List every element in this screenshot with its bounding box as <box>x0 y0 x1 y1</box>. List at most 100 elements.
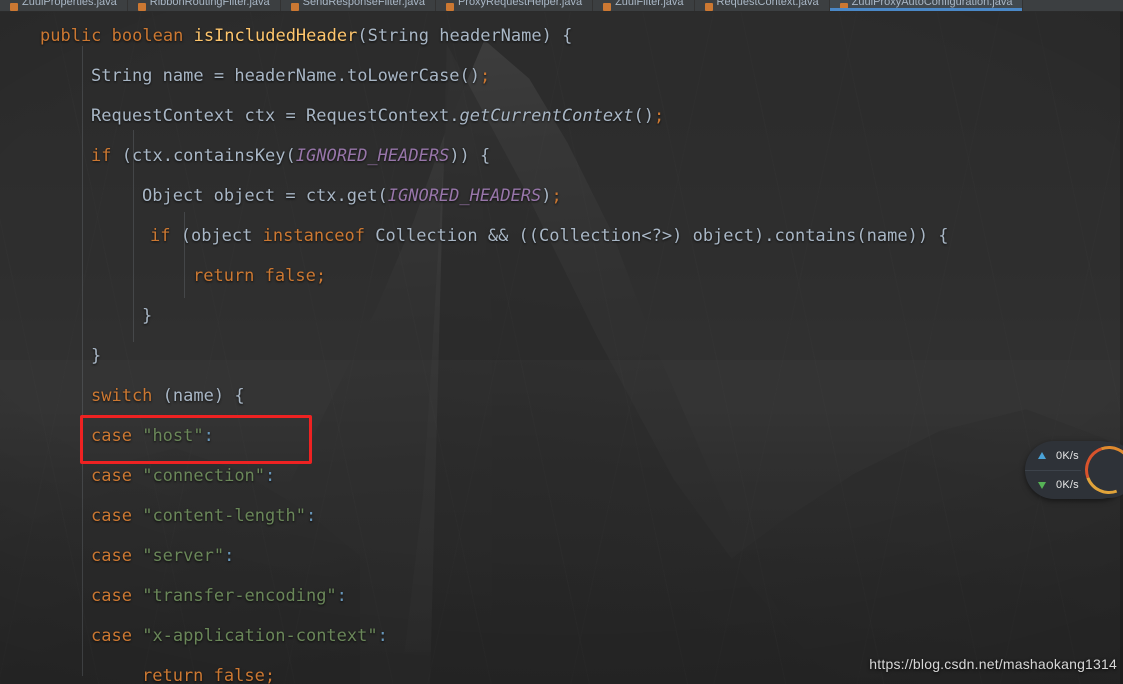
code-line[interactable]: if (ctx.containsKey(IGNORED_HEADERS)) { <box>0 136 1123 176</box>
java-file-icon <box>10 3 18 11</box>
code-token: . <box>336 186 347 206</box>
arrow-down-icon <box>1038 481 1046 489</box>
editor-tab-label: RequestContext.java <box>716 0 819 8</box>
code-token: ; <box>551 186 562 206</box>
java-file-icon <box>704 3 713 11</box>
code-token: contains <box>774 226 857 246</box>
code-token: name <box>162 66 204 86</box>
code-token: false <box>213 666 265 684</box>
code-token: "transfer-encoding" <box>142 586 337 606</box>
code-line[interactable]: RequestContext ctx = RequestContext.getC… <box>0 96 1123 136</box>
code-token: = <box>275 106 306 126</box>
code-token: public <box>40 26 102 46</box>
code-token: "connection" <box>142 466 266 486</box>
code-token: toLowerCase <box>346 66 460 86</box>
code-token: : <box>336 586 347 606</box>
code-line[interactable]: switch (name) { <box>0 376 1123 416</box>
code-token: ). <box>754 226 775 246</box>
code-token: "host" <box>142 426 204 446</box>
editor-tab[interactable]: RequestContext.java <box>695 0 830 11</box>
editor-tab[interactable]: ZuulFilter.java <box>593 0 695 11</box>
code-token: () <box>459 66 481 86</box>
code-token: return <box>193 266 255 286</box>
code-token: IGNORED_HEADERS <box>387 186 542 206</box>
code-token: object <box>692 226 754 246</box>
code-token: "server" <box>142 546 225 566</box>
code-token: = <box>203 66 235 86</box>
editor-tab-label: SendResponseFilter.java <box>302 0 425 8</box>
code-token: boolean <box>111 26 184 46</box>
code-token: } <box>91 346 102 366</box>
code-line[interactable]: Object object = ctx.get(IGNORED_HEADERS)… <box>0 176 1123 216</box>
code-line[interactable]: case "connection": <box>0 456 1123 496</box>
code-line[interactable]: if (object instanceof Collection && ((Co… <box>0 216 1123 256</box>
editor-tab-label: ZuulFilter.java <box>615 0 684 8</box>
code-token: headerName <box>234 66 337 86</box>
upload-speed-value: 0K/s <box>1056 449 1079 462</box>
code-token: get <box>346 186 378 206</box>
code-token: <?>) <box>641 226 693 246</box>
code-line[interactable]: case "server": <box>0 536 1123 576</box>
code-token: ctx <box>131 146 163 166</box>
code-line-highlighted[interactable]: case "host": <box>0 416 1123 456</box>
code-line[interactable]: case "x-application-context": <box>0 616 1123 656</box>
java-file-icon <box>839 3 848 11</box>
java-file-icon <box>290 3 299 11</box>
code-token: : <box>377 626 388 646</box>
code-line[interactable]: } <box>0 336 1123 376</box>
code-token: ; <box>480 66 491 86</box>
code-token: ( <box>111 146 132 166</box>
code-line[interactable]: return false; <box>0 256 1123 296</box>
code-token: "content-length" <box>142 506 306 526</box>
code-token: Object <box>142 186 204 206</box>
code-token: )) { <box>907 226 949 246</box>
code-token: instanceof <box>262 226 365 246</box>
code-token: String <box>367 26 430 46</box>
editor-tab-strip[interactable]: ZuulProperties.java RibbonRoutingFilter.j… <box>0 0 1123 12</box>
code-line[interactable]: public boolean isIncludedHeader(String h… <box>0 16 1123 56</box>
code-token: ; <box>264 666 276 684</box>
code-token: ) { <box>541 26 573 46</box>
code-line[interactable]: case "content-length": <box>0 496 1123 536</box>
code-editor-viewport[interactable]: public boolean isIncludedHeader(String h… <box>0 12 1123 684</box>
editor-tab[interactable]: ProxyRequestHelper.java <box>436 0 594 11</box>
code-token: )) { <box>449 146 491 166</box>
code-token: containsKey <box>172 146 286 166</box>
editor-tab[interactable]: SendResponseFilter.java <box>281 0 436 11</box>
code-token: case <box>91 626 132 646</box>
code-line[interactable]: case "transfer-encoding": <box>0 576 1123 616</box>
editor-tab-active[interactable]: ZuulProxyAutoConfiguration.java <box>829 0 1024 11</box>
code-token: RequestContext <box>305 106 450 126</box>
code-token: case <box>91 426 132 446</box>
code-token: : <box>203 426 214 446</box>
code-token: ; <box>315 266 327 286</box>
java-file-icon <box>445 3 454 11</box>
code-token: ( <box>357 26 368 46</box>
code-token: () <box>633 106 655 126</box>
editor-tab-label: ZuulProperties.java <box>22 0 117 8</box>
code-token: case <box>91 506 132 526</box>
code-token: case <box>91 586 132 606</box>
code-line[interactable]: String name = headerName.toLowerCase(); <box>0 56 1123 96</box>
code-line[interactable]: } <box>0 296 1123 336</box>
code-token: : <box>265 466 276 486</box>
code-token: case <box>91 466 132 486</box>
editor-tab[interactable]: RibbonRoutingFilter.java <box>128 0 281 11</box>
editor-window: ZuulProperties.java RibbonRoutingFilter.j… <box>0 0 1123 684</box>
code-token: ( <box>377 186 388 206</box>
code-token: ( <box>152 386 173 406</box>
code-token: } <box>142 306 153 326</box>
code-token: object <box>190 226 253 246</box>
code-token: = <box>275 186 306 206</box>
download-speed-value: 0K/s <box>1056 479 1079 491</box>
code-token: : <box>224 546 235 566</box>
editor-tab[interactable]: ZuulProperties.java <box>0 0 128 11</box>
code-token: IGNORED_HEADERS <box>295 146 450 166</box>
code-content[interactable]: public boolean isIncludedHeader(String h… <box>0 12 1123 684</box>
